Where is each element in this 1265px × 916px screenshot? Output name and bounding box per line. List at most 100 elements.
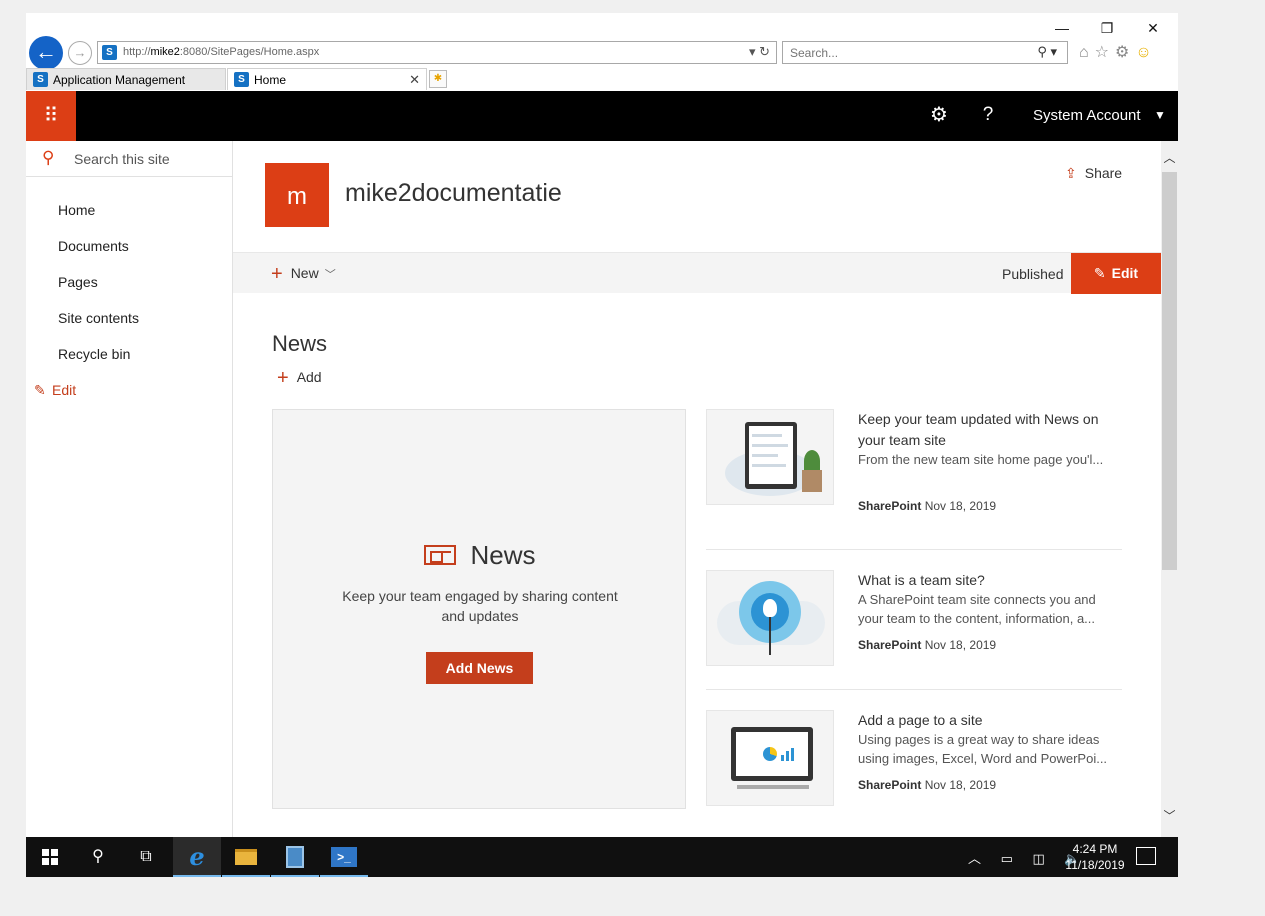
article-date: Nov 18, 2019	[924, 778, 997, 792]
news-article[interactable]: What is a team site? A SharePoint team s…	[706, 570, 1122, 690]
task-view-icon[interactable]: ⧉	[122, 837, 170, 877]
left-navigation: ⚲ Home Documents Pages Site contents Rec…	[26, 141, 233, 837]
site-title[interactable]: mike2documentatie	[345, 179, 562, 208]
lightbulb-illustration-icon[interactable]	[706, 570, 834, 666]
file-explorer-icon[interactable]	[222, 837, 270, 877]
tablet-plant-illustration-icon[interactable]	[706, 409, 834, 505]
plus-icon: +	[277, 367, 289, 389]
help-icon[interactable]: ?	[976, 103, 1000, 127]
server-manager-icon[interactable]	[271, 837, 319, 877]
edit-label: Edit	[1111, 265, 1139, 281]
scroll-down-icon[interactable]: ﹀	[1161, 807, 1178, 824]
taskbar-search-icon[interactable]: ⚲	[74, 837, 122, 877]
nav-item-recycle-bin[interactable]: Recycle bin	[26, 343, 232, 379]
new-label: New	[290, 265, 319, 281]
nav-edit-link[interactable]: ✎ Edit	[26, 379, 232, 415]
add-news-link[interactable]: + Add	[277, 367, 322, 390]
internet-explorer-icon[interactable]: e	[173, 837, 221, 877]
news-article[interactable]: Add a page to a site Using pages is a gr…	[706, 710, 1122, 830]
article-date: Nov 18, 2019	[924, 499, 997, 513]
news-article[interactable]: Keep your team updated with News on your…	[706, 409, 1122, 529]
forward-button[interactable]: →	[68, 41, 92, 65]
close-window-button[interactable]: ✕	[1130, 17, 1176, 39]
taskbar-clock[interactable]: 4:24 PM 11/18/2019	[1060, 841, 1130, 873]
command-bar: + New ﹀ Published ✎ Edit	[233, 252, 1161, 294]
monitor-chart-illustration-icon[interactable]	[706, 710, 834, 806]
newspaper-icon	[424, 545, 457, 565]
article-description: Using pages is a great way to share idea…	[858, 732, 1108, 766]
news-heading: News	[272, 331, 328, 356]
article-author: SharePoint	[858, 778, 922, 792]
settings-gear-icon[interactable]: ⚙	[927, 103, 951, 127]
hero-title-text: News	[470, 540, 536, 570]
pencil-icon: ✎	[1093, 265, 1106, 281]
share-icon: ⇪	[1065, 165, 1077, 181]
nav-list: Home Documents Pages Site contents Recyc…	[26, 199, 232, 415]
scroll-up-icon[interactable]: ︿	[1161, 149, 1178, 166]
article-description: A SharePoint team site connects you and …	[858, 592, 1096, 626]
share-button[interactable]: ⇪ Share	[1065, 165, 1122, 182]
app-launcher-waffle-icon[interactable]: ⠿	[26, 91, 76, 141]
browser-toolbar-icons: ⌂☆⚙☺	[1079, 42, 1158, 62]
vertical-scrollbar[interactable]: ︿ ﹀	[1161, 141, 1178, 837]
browser-search-box[interactable]: ⚲ ▾	[782, 41, 1068, 64]
article-author: SharePoint	[858, 499, 922, 513]
back-button[interactable]: ←	[29, 36, 63, 70]
page-status: Published	[1002, 266, 1064, 282]
nav-edit-label: Edit	[52, 382, 77, 398]
browser-chrome: — ❐ ✕ ← → S http://mike2:8080/SitePages/…	[26, 13, 1178, 91]
search-icon[interactable]: ⚲ ▾	[1037, 44, 1057, 60]
action-center-icon[interactable]	[1136, 847, 1156, 865]
clock-time: 4:24 PM	[1072, 842, 1118, 856]
address-url[interactable]: http://mike2:8080/SitePages/Home.aspx	[123, 46, 319, 58]
feedback-smiley-icon[interactable]: ☺	[1135, 44, 1157, 61]
nav-item-documents[interactable]: Documents	[26, 235, 232, 271]
home-icon[interactable]: ⌂	[1079, 44, 1095, 61]
search-icon: ⚲	[42, 148, 55, 167]
hero-title: News	[273, 540, 687, 571]
powershell-icon[interactable]: >_	[320, 837, 368, 877]
article-title[interactable]: Keep your team updated with News on your…	[858, 409, 1122, 451]
chevron-down-icon[interactable]: ▼	[1154, 108, 1166, 122]
browser-search-input[interactable]	[783, 42, 1013, 63]
tools-gear-icon[interactable]: ⚙	[1115, 44, 1135, 61]
article-meta: SharePoint Nov 18, 2019	[858, 778, 996, 792]
nav-item-home[interactable]: Home	[26, 199, 232, 235]
favorites-star-icon[interactable]: ☆	[1095, 44, 1115, 61]
article-author: SharePoint	[858, 638, 922, 652]
refresh-icon[interactable]: ▾ ↻	[749, 44, 770, 60]
new-menu-button[interactable]: + New ﹀	[271, 263, 336, 286]
nav-item-pages[interactable]: Pages	[26, 271, 232, 307]
news-hero-placeholder: News Keep your team engaged by sharing c…	[272, 409, 686, 809]
article-description: From the new team site home page you'l..…	[858, 452, 1104, 467]
tab-home[interactable]: S Home ✕	[227, 68, 427, 90]
start-button[interactable]	[26, 837, 74, 877]
share-label: Share	[1084, 165, 1123, 181]
divider	[706, 689, 1122, 690]
taskbar: ⚲ ⧉ e >_ ︿ ▭ ◫ 🔈 4:24 PM 11/18/2019	[26, 837, 1178, 877]
main-content: m mike2documentatie ⇪ Share + New ﹀ Publish…	[233, 141, 1161, 837]
browser-window: — ❐ ✕ ← → S http://mike2:8080/SitePages/…	[26, 13, 1178, 877]
minimize-button[interactable]: —	[1039, 17, 1085, 39]
address-bar[interactable]: S http://mike2:8080/SitePages/Home.aspx …	[97, 41, 777, 64]
account-name[interactable]: System Account	[1033, 107, 1141, 124]
article-title[interactable]: What is a team site?	[858, 570, 1122, 591]
restore-button[interactable]: ❐	[1084, 17, 1130, 39]
add-news-button[interactable]: Add News	[426, 652, 533, 684]
scroll-thumb[interactable]	[1162, 172, 1177, 570]
tab-label: Home	[254, 73, 287, 87]
divider	[706, 549, 1122, 550]
close-tab-icon[interactable]: ✕	[409, 69, 420, 91]
article-title[interactable]: Add a page to a site	[858, 710, 1122, 731]
site-logo[interactable]: m	[265, 163, 329, 227]
tab-application-management[interactable]: S Application Management	[26, 68, 226, 90]
plus-icon: +	[271, 263, 283, 285]
edit-page-button[interactable]: ✎ Edit	[1071, 253, 1161, 294]
arrow-right-icon: →	[73, 45, 87, 60]
chevron-down-icon: ﹀	[324, 269, 336, 281]
nav-item-site-contents[interactable]: Site contents	[26, 307, 232, 343]
hero-description: Keep your team engaged by sharing conten…	[342, 588, 618, 624]
new-tab-button[interactable]: ✱	[429, 70, 447, 88]
site-search-input[interactable]	[74, 149, 224, 169]
windows-logo-icon	[42, 848, 58, 865]
